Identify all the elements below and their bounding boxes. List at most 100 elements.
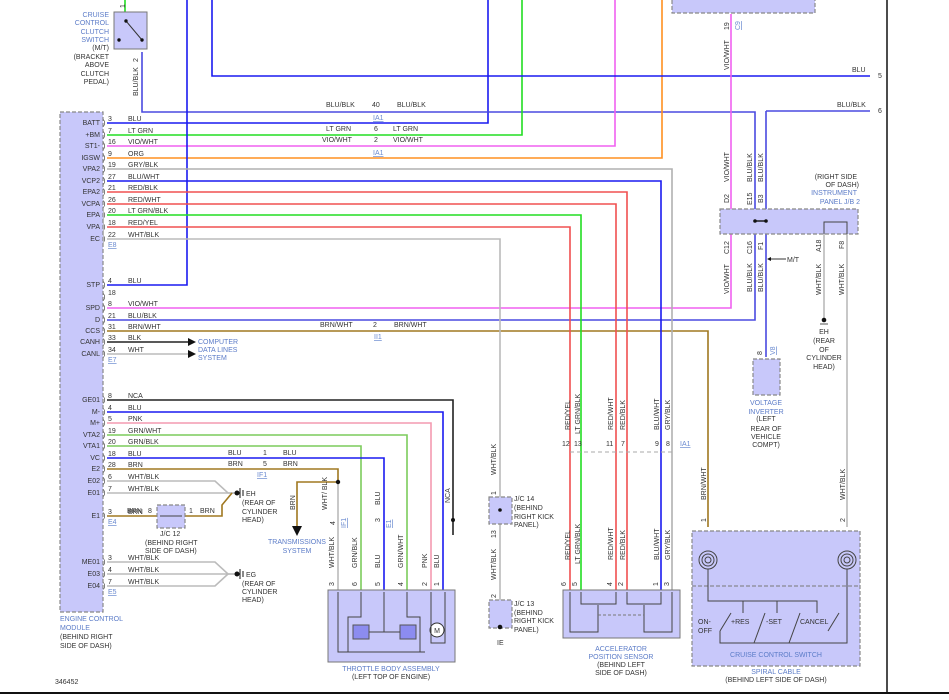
ia1-ref-2[interactable]: IA1 [373, 150, 384, 157]
edge-ref-5: 5 [878, 73, 882, 80]
svg-text:3: 3 [664, 582, 671, 586]
svg-text:EH: EH [819, 329, 829, 336]
svg-text:E1: E1 [386, 519, 393, 528]
ecm-pin-label: E03 [88, 571, 101, 578]
ecm-connector-ref[interactable]: E8 [108, 242, 117, 249]
svg-text:12: 12 [562, 441, 570, 448]
ecm-name: ENGINE CONTROL [60, 616, 123, 623]
connector-icon: ) [103, 143, 105, 150]
ecm-pin-number: 22 [108, 232, 116, 239]
connector-icon: ) [103, 224, 105, 231]
jc12-location-2: SIDE OF DASH) [145, 548, 197, 555]
ecm-pin-number: 28 [108, 462, 116, 469]
connector-icon: ) [103, 443, 105, 450]
svg-text:SIDE OF DASH): SIDE OF DASH) [595, 670, 647, 677]
ecm-pin-number: 18 [108, 290, 116, 297]
ia1-ref-1[interactable]: IA1 [373, 115, 384, 122]
voltage-inverter[interactable] [752, 358, 781, 396]
can-label-3: SYSTEM [198, 355, 227, 362]
svg-text:BLU: BLU [375, 491, 382, 505]
wire-epa2-red-blk [107, 191, 628, 590]
connector-icon: ) [103, 559, 105, 566]
ecm-pin-label: SPD [86, 305, 100, 312]
ecm-pin-number: 5 [108, 416, 112, 423]
connector-icon: ) [103, 409, 105, 416]
ecm-pin-number: 20 [108, 439, 116, 446]
junction-connector-13[interactable] [488, 599, 513, 629]
ecm-pin-number: 9 [108, 151, 112, 158]
clutch-wire-label: BLU/BLK [133, 67, 140, 96]
connector-icon: ) [103, 155, 105, 162]
svg-text:1: 1 [491, 491, 498, 495]
ecm-pin-label: VTA1 [83, 443, 100, 450]
jc12-name: J/C 12 [160, 531, 180, 538]
ground-ie-icon [497, 624, 503, 630]
svg-text:+RES: +RES [731, 619, 750, 626]
ecm-wire-color: BRN/WHT [128, 324, 161, 331]
ecm-pin-label: BATT [83, 120, 101, 127]
ground-eh-left-name: EH [246, 491, 256, 498]
spiral-cable[interactable] [691, 530, 861, 667]
ecm-connector-ref[interactable]: E4 [108, 519, 117, 526]
wire-st1-vio-wht [107, 0, 616, 147]
svg-text:IA1: IA1 [680, 441, 691, 448]
svg-text:J/C 14: J/C 14 [514, 496, 534, 503]
ecm-wire-color: BLU [128, 405, 142, 412]
ecm-pin-number: 6 [108, 474, 112, 481]
ecm-pin-number: 8 [108, 393, 112, 400]
throttle-location: (LEFT TOP OF ENGINE) [352, 674, 430, 681]
ccs-ref[interactable]: II1 [374, 334, 382, 341]
svg-text:5: 5 [572, 582, 579, 586]
svg-text:RED/YEL: RED/YEL [565, 400, 572, 430]
c9-ref[interactable]: C9 [735, 21, 742, 30]
ecm-pin-label: +BM [85, 132, 100, 139]
top-right-component[interactable] [671, 0, 816, 14]
connector-icon: ) [103, 420, 105, 427]
if1-row1-left: BLU [228, 450, 242, 457]
ecm-pin-label: VC [90, 455, 100, 462]
svg-text:GRN/BLK: GRN/BLK [352, 537, 359, 568]
ecm-pin-label: E2 [91, 466, 100, 473]
transmission-arrow-icon [292, 526, 302, 536]
ecm-pin-label: VCPA [81, 201, 100, 208]
ecm-pin-number: 18 [108, 451, 116, 458]
ecm-pin-number: 7 [108, 486, 112, 493]
svg-text:6: 6 [352, 582, 359, 586]
clutch-switch-name-3: CLUTCH [81, 29, 109, 36]
connector-icon: ) [103, 236, 105, 243]
if1-row2-right: BRN [283, 461, 298, 468]
svg-text:BLU/WHT: BLU/WHT [654, 528, 661, 560]
ecm-pin-number: 7 [108, 579, 112, 586]
if1-row1-pin: 1 [263, 450, 267, 457]
svg-text:5: 5 [375, 582, 382, 586]
svg-text:WHT/BLK: WHT/BLK [329, 537, 336, 568]
ecm-wire-color: BLU [128, 116, 142, 123]
ecm-pin-label: D [95, 317, 100, 324]
ecm-connector-ref[interactable]: E5 [108, 589, 117, 596]
ecm-pin-number: 4 [108, 567, 112, 574]
svg-text:4: 4 [607, 582, 614, 586]
svg-text:HEAD): HEAD) [813, 364, 835, 371]
clutch-switch-name: CRUISE [83, 12, 110, 19]
c9-pin: 19 [724, 22, 731, 30]
ecm-pin-label: CANH [80, 339, 100, 346]
edge-wire-blu-blk: BLU/BLK [837, 102, 866, 109]
cruise-control-clutch-switch[interactable] [113, 11, 148, 50]
clutch-switch-name-2: CONTROL [75, 20, 109, 27]
ecm-pin-number: 21 [108, 313, 116, 320]
ground-eh-left-icon [234, 488, 244, 498]
canl-arrow-icon [188, 350, 196, 358]
jb-location-2: OF DASH) [826, 182, 859, 189]
ecm-pin-label: CCS [85, 328, 100, 335]
if1-ref[interactable]: IF1 [257, 472, 267, 479]
svg-text:OF: OF [819, 347, 829, 354]
connector-icon: ) [103, 294, 105, 301]
svg-text:RED/WHT: RED/WHT [608, 527, 615, 560]
svg-text:CRUISE CONTROL SWITCH: CRUISE CONTROL SWITCH [730, 652, 822, 659]
inverter-ref[interactable]: V8 [770, 346, 777, 355]
ecm-pin-label: EPA2 [83, 189, 100, 196]
engine-control-module[interactable] [59, 111, 104, 613]
ecm-wire-color: BLU [128, 278, 142, 285]
ecm-connector-ref[interactable]: E7 [108, 357, 117, 364]
ecm-pin-label: E02 [88, 478, 101, 485]
